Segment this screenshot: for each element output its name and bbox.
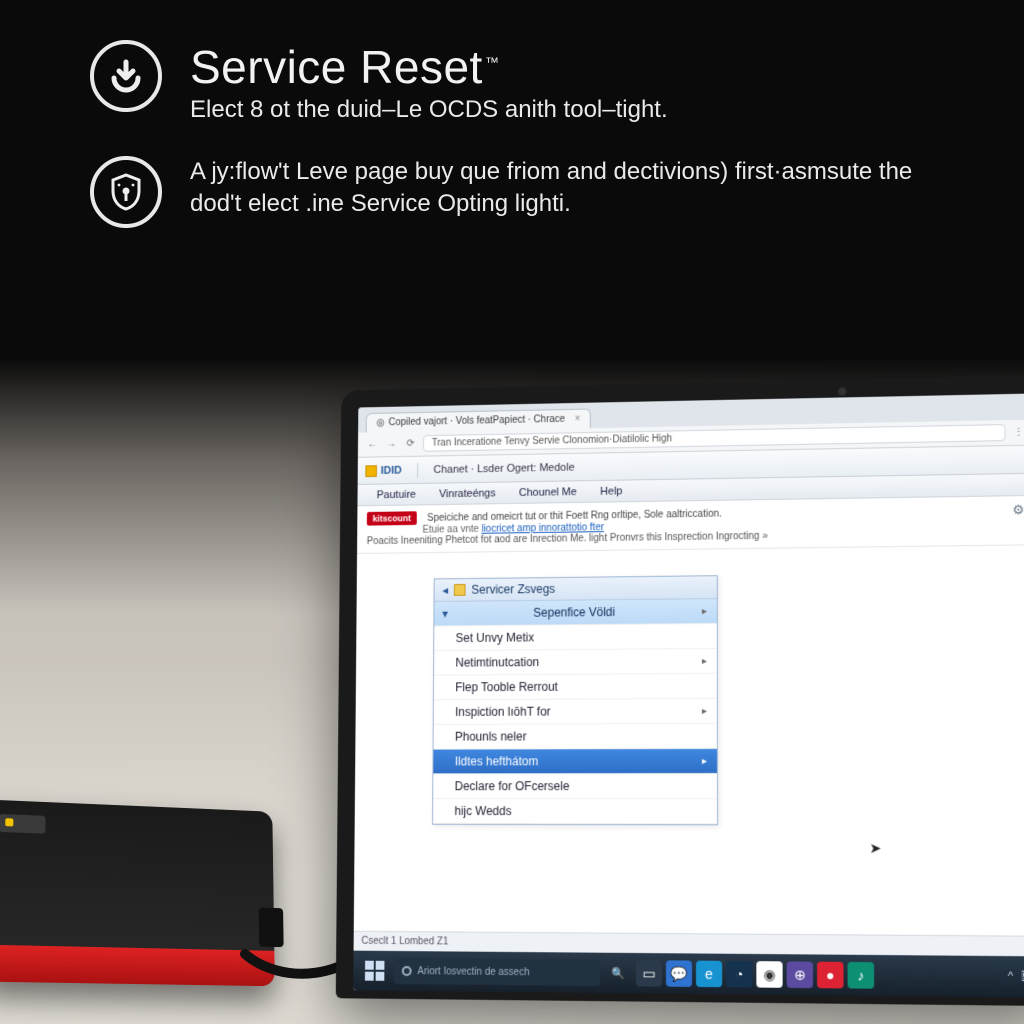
menu-item[interactable]: Inspiction lıōhT for ▸: [434, 699, 717, 725]
nav-forward-icon[interactable]: →: [385, 439, 398, 450]
tab-title: Copiled vajort · Vols featPapiect · Chra…: [388, 414, 565, 428]
shield-icon: [90, 156, 162, 228]
mouse-cursor-icon: ➤: [869, 840, 881, 857]
app-circle-icon[interactable]: ◔: [726, 961, 752, 988]
submenu-arrow-icon: ▸: [702, 655, 707, 666]
menu-item[interactable]: Pautuire: [377, 488, 416, 500]
taskbar: Ariort Iosvectin de assech 🔍 ▭💬e◔◉⊕●♪ ^ …: [353, 951, 1024, 998]
menu-item[interactable]: Help: [600, 485, 622, 497]
app-globe-icon[interactable]: ⊕: [787, 961, 813, 988]
menu-item-label: Declare for OFcersele: [455, 779, 570, 793]
brand-square-icon: [365, 465, 377, 477]
overlay-paragraph: A jy:flow't Leve page buy que friom and …: [190, 156, 950, 221]
app-module-title: Chanet · Lsder Ogert: Medole: [433, 461, 574, 475]
submenu-arrow-icon: ▸: [702, 606, 707, 617]
menu-item[interactable]: ▾ Sepenfice Völdi▸: [434, 599, 716, 626]
menu-item[interactable]: Set Unvy Metix: [434, 624, 717, 651]
nav-reload-icon[interactable]: ⟳: [404, 438, 418, 449]
content-area: ◂ Servicer Zsvegs ▾ Sepenfice Völdi▸Set …: [354, 545, 1024, 935]
app-chrome-icon[interactable]: ◉: [756, 961, 782, 988]
system-tray[interactable]: ^ 🗎: [1008, 967, 1024, 987]
menu-item[interactable]: Chounel Me: [519, 486, 577, 499]
tab-favicon-icon: ◎: [376, 418, 384, 429]
app-message-icon[interactable]: 💬: [666, 960, 692, 987]
panel-header: ◂ Servicer Zsvegs: [435, 576, 717, 602]
app-edge-icon[interactable]: e: [696, 961, 722, 988]
taskbar-search[interactable]: Ariort Iosvectin de assech: [394, 958, 600, 986]
task-view-icon[interactable]: ▭: [636, 960, 662, 987]
app-music-icon[interactable]: ♪: [848, 962, 875, 989]
service-menu-panel: ◂ Servicer Zsvegs ▾ Sepenfice Völdi▸Set …: [432, 575, 718, 825]
nav-back-icon[interactable]: ←: [366, 439, 379, 450]
overlay-header: Service Reset™ Elect 8 ot the duid–Le OC…: [90, 40, 964, 228]
start-button[interactable]: [361, 957, 388, 985]
menu-item-label: Set Unvy Metix: [456, 631, 535, 645]
app-brand: IDID: [365, 464, 401, 476]
app-red-icon[interactable]: ●: [817, 962, 844, 989]
menu-item-label: Flep Tooble Rerrout: [455, 680, 558, 694]
menu-item-label: Ildtes hefthátom: [455, 754, 538, 768]
menu-item[interactable]: Ildtes hefthátom ▸: [433, 749, 717, 774]
search-icon[interactable]: 🔍: [606, 966, 630, 979]
search-placeholder: Ariort Iosvectin de assech: [417, 966, 529, 978]
download-icon: [90, 40, 162, 112]
laptop: ◎ Copiled vajort · Vols featPapiect · Ch…: [336, 375, 1024, 1006]
nav-menu-icon[interactable]: ⋮: [1011, 427, 1024, 438]
notice-bar: kitscount Speiciche and omeicrt tut or t…: [357, 496, 1024, 554]
webcam-icon: [838, 386, 848, 396]
submenu-arrow-icon: ▸: [702, 705, 707, 716]
menu-item-label: Inspiction lıōhT for: [455, 705, 551, 719]
diagnostic-device: [0, 799, 275, 986]
overlay-subtitle: Elect 8 ot the duid–Le OCDS anith tool–t…: [190, 96, 668, 124]
notice-text-1: Speiciche and omeicrt tut or thit Foett …: [427, 509, 722, 524]
cortana-icon: [402, 966, 412, 976]
tab-close-icon[interactable]: ×: [575, 414, 581, 425]
overlay-title: Service Reset™: [190, 40, 668, 94]
menu-item[interactable]: Netimtinutcation ▸: [434, 649, 717, 676]
menu-item[interactable]: Declare for OFcersele: [433, 774, 717, 799]
settings-gear-icon[interactable]: ⚙: [1012, 502, 1024, 518]
menu-item[interactable]: Phounls neler: [434, 724, 717, 750]
menu-item[interactable]: hijc Wedds: [433, 799, 717, 824]
submenu-arrow-icon: ▸: [702, 755, 707, 766]
notice-badge: kitscount: [367, 511, 417, 525]
menu-item-label: Netimtinutcation: [455, 655, 539, 669]
menu-item-label: hijc Wedds: [454, 804, 511, 818]
folder-icon: [454, 584, 466, 596]
screen: ◎ Copiled vajort · Vols featPapiect · Ch…: [353, 394, 1024, 998]
menu-item-label: Sepenfice Völdi: [533, 605, 615, 620]
menu-item[interactable]: Vinrateéngs: [439, 487, 496, 500]
menu-item-label: Phounls neler: [455, 730, 527, 744]
menu-item[interactable]: Flep Tooble Rerrout: [434, 674, 717, 700]
